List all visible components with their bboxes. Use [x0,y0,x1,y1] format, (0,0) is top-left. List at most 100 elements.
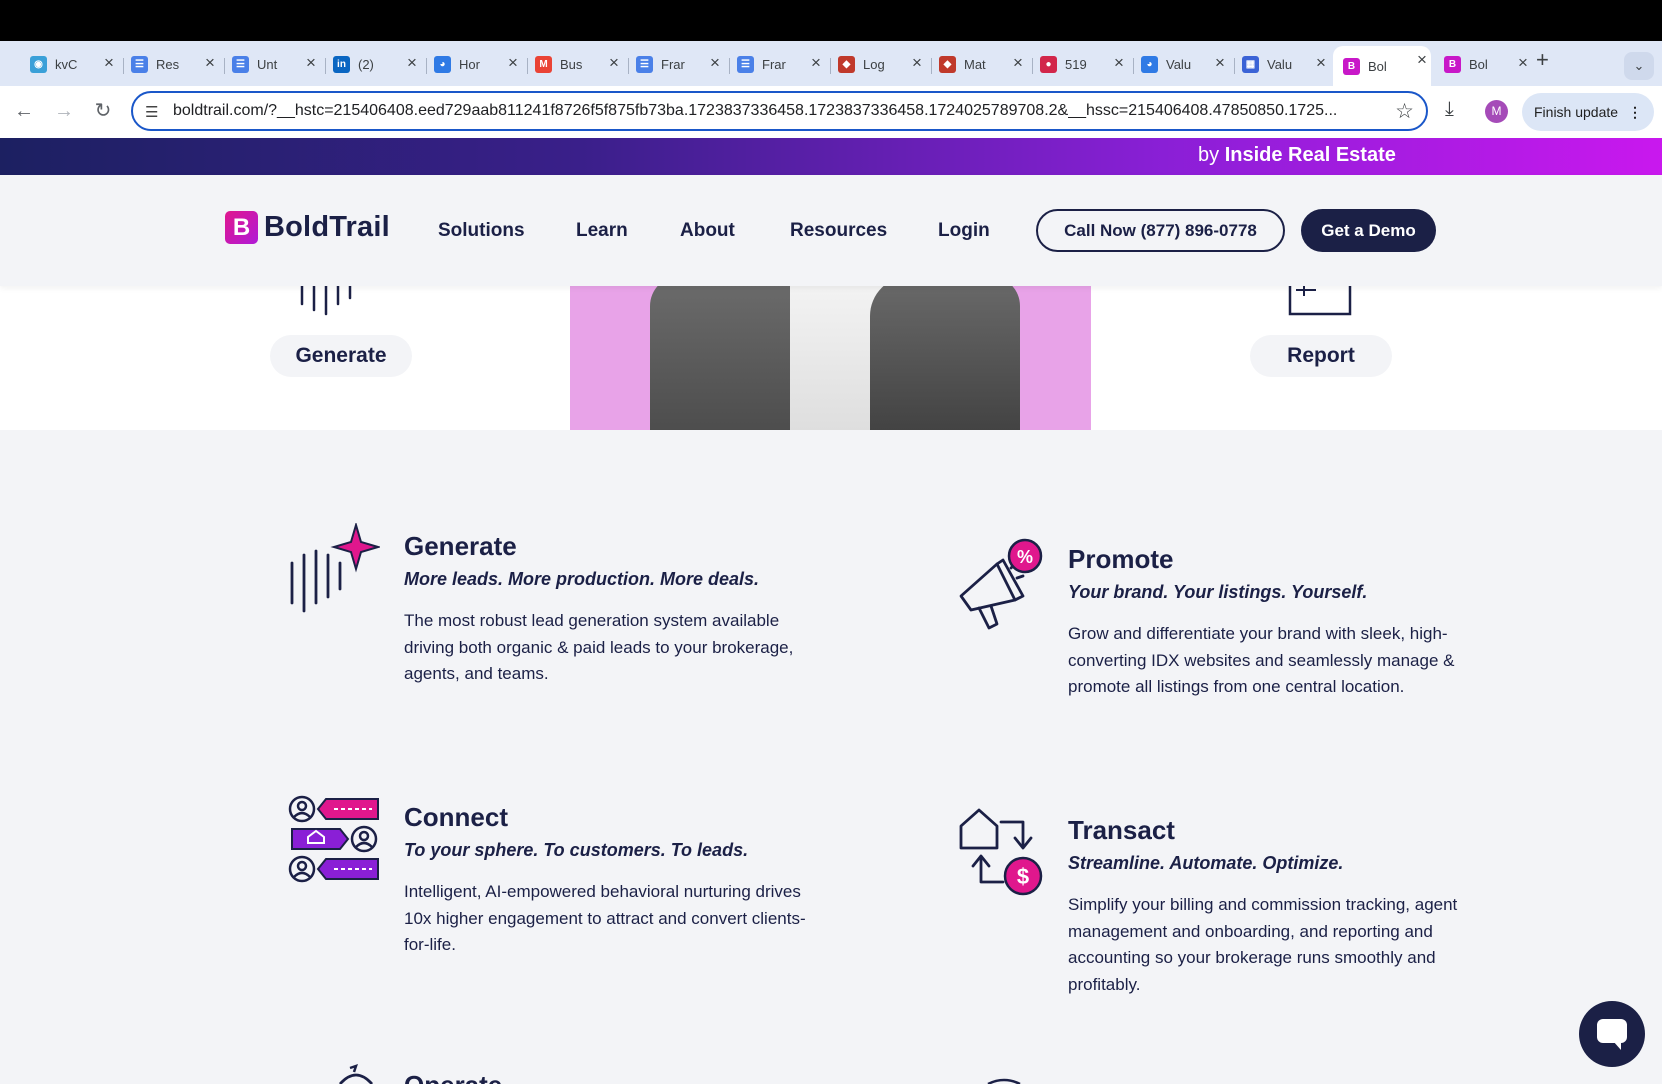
logo-mark-icon: B [225,211,258,244]
close-tab-icon[interactable]: × [201,53,219,73]
boldtrail-icon: B [1444,56,1461,73]
nav-resources[interactable]: Resources [790,220,887,242]
sparkle-lines-icon [290,523,380,613]
boldtrail-logo[interactable]: B BoldTrail [225,211,390,244]
os-menu-bar [0,0,1662,41]
tab-separator [527,58,528,74]
jacket-right-shape [870,286,1020,430]
tab-separator [830,58,831,74]
bookmark-star-icon[interactable]: ☆ [1395,99,1414,124]
feature-connect: Connect To your sphere. To customers. To… [404,802,824,959]
back-icon[interactable]: ← [12,100,36,122]
browser-tab[interactable]: ☰ Frar × [737,49,825,80]
feature-tagline: To your sphere. To customers. To leads. [404,840,749,860]
box-icon: ◆ [838,56,855,73]
tab-separator [224,58,225,74]
tab-title: Log [863,57,885,72]
profile-avatar[interactable]: M [1485,100,1508,123]
get-demo-button[interactable]: Get a Demo [1301,209,1436,252]
close-tab-icon[interactable]: × [1110,53,1128,73]
chat-bubble-icon [1597,1019,1627,1043]
close-tab-icon[interactable]: × [504,53,522,73]
browser-tab[interactable]: ● 519 × [1040,49,1128,80]
chat-network-icon [288,795,379,883]
feature-description: Intelligent, AI-empowered behavioral nur… [404,882,806,954]
browser-tab[interactable]: M Bus × [535,49,623,80]
svg-text:$: $ [1017,864,1029,889]
tab-title: kvC [55,57,78,72]
svg-text:%: % [1017,547,1033,567]
feature-transact: Transact Streamline. Automate. Optimize.… [1068,815,1488,998]
browser-tab[interactable]: ◕ Valu × [1141,49,1229,80]
kebab-menu-icon[interactable]: ⋮ [1628,93,1642,131]
tab-separator [931,58,932,74]
browser-tab[interactable]: B Bol × [1444,49,1532,80]
url-text[interactable]: boldtrail.com/?__hstc=215406408.eed729aa… [173,102,1393,120]
browser-tab[interactable]: ☰ Res × [131,49,219,80]
feature-title: Generate [404,531,517,561]
browser-tab[interactable]: ▦ Valu × [1242,49,1330,80]
forward-icon[interactable]: → [52,100,76,122]
browser-tab[interactable]: ☰ Unt × [232,49,320,80]
feature-promote: Promote Your brand. Your listings. Yours… [1068,544,1488,701]
nav-about[interactable]: About [680,220,735,242]
operate-cycle-icon [338,1064,374,1084]
browser-tab[interactable]: ◆ Mat × [939,49,1027,80]
close-tab-icon[interactable]: × [302,53,320,73]
feature-tagline: Your brand. Your listings. Yourself. [1068,582,1368,602]
hero-pill-generate[interactable]: Generate [270,335,412,377]
compass-icon: ◕ [1141,56,1158,73]
feature-tagline: More leads. More production. More deals. [404,569,760,589]
close-tab-icon[interactable]: × [908,53,926,73]
browser-tab[interactable]: ◆ Log × [838,49,926,80]
tab-title: (2) [358,57,374,72]
download-icon[interactable]: ⤓ [1445,98,1454,121]
close-tab-icon[interactable]: × [1413,50,1431,70]
close-tab-icon[interactable]: × [706,53,724,73]
nav-login[interactable]: Login [938,220,990,242]
tab-separator [1032,58,1033,74]
call-now-button[interactable]: Call Now (877) 896-0778 [1036,209,1285,252]
feature-description: Simplify your billing and commission tra… [1068,895,1458,994]
tab-search-button[interactable]: ⌄ [1624,52,1654,80]
camera-icon: ◉ [30,56,47,73]
tab-separator [325,58,326,74]
chat-widget-button[interactable] [1579,1001,1645,1067]
close-tab-icon[interactable]: × [1514,53,1532,73]
tab-separator [123,58,124,74]
tab-separator [729,58,730,74]
hero-pill-report[interactable]: Report [1250,335,1392,377]
close-tab-icon[interactable]: × [403,53,421,73]
finish-update-button[interactable]: Finish update ⋮ [1522,93,1654,131]
compass-icon: ◕ [434,56,451,73]
tab-title: Unt [257,57,278,72]
tab-separator [1133,58,1134,74]
browser-tab[interactable]: ◕ Hor × [434,49,522,80]
browser-tab[interactable]: B Bol × [1333,46,1431,86]
box-icon: ◆ [939,56,956,73]
new-tab-button[interactable]: + [1536,47,1549,73]
house-dollar-icon: $ [959,808,1043,896]
close-tab-icon[interactable]: × [807,53,825,73]
feature-title: Connect [404,802,508,832]
tab-title: Mat [964,57,986,72]
close-tab-icon[interactable]: × [1009,53,1027,73]
close-tab-icon[interactable]: × [1312,53,1330,73]
browser-tab[interactable]: in (2) × [333,49,421,80]
tab-title: Valu [1267,57,1293,72]
address-bar[interactable]: ☰ boldtrail.com/?__hstc=215406408.eed729… [131,91,1428,131]
close-tab-icon[interactable]: × [605,53,623,73]
browser-tab[interactable]: ☰ Frar × [636,49,724,80]
reload-icon[interactable]: ↻ [91,100,115,122]
close-tab-icon[interactable]: × [100,53,118,73]
nav-learn[interactable]: Learn [576,220,628,242]
close-tab-icon[interactable]: × [1211,53,1229,73]
report-icon [1288,286,1352,316]
site-settings-icon[interactable]: ☰ [145,103,158,121]
browser-tab[interactable]: ◉ kvC × [30,49,118,80]
promo-brand[interactable]: Inside Real Estate [1225,144,1396,166]
feature-title: Transact [1068,815,1175,845]
tab-separator [1234,58,1235,74]
tab-title: Bus [560,57,583,72]
nav-solutions[interactable]: Solutions [438,220,525,242]
